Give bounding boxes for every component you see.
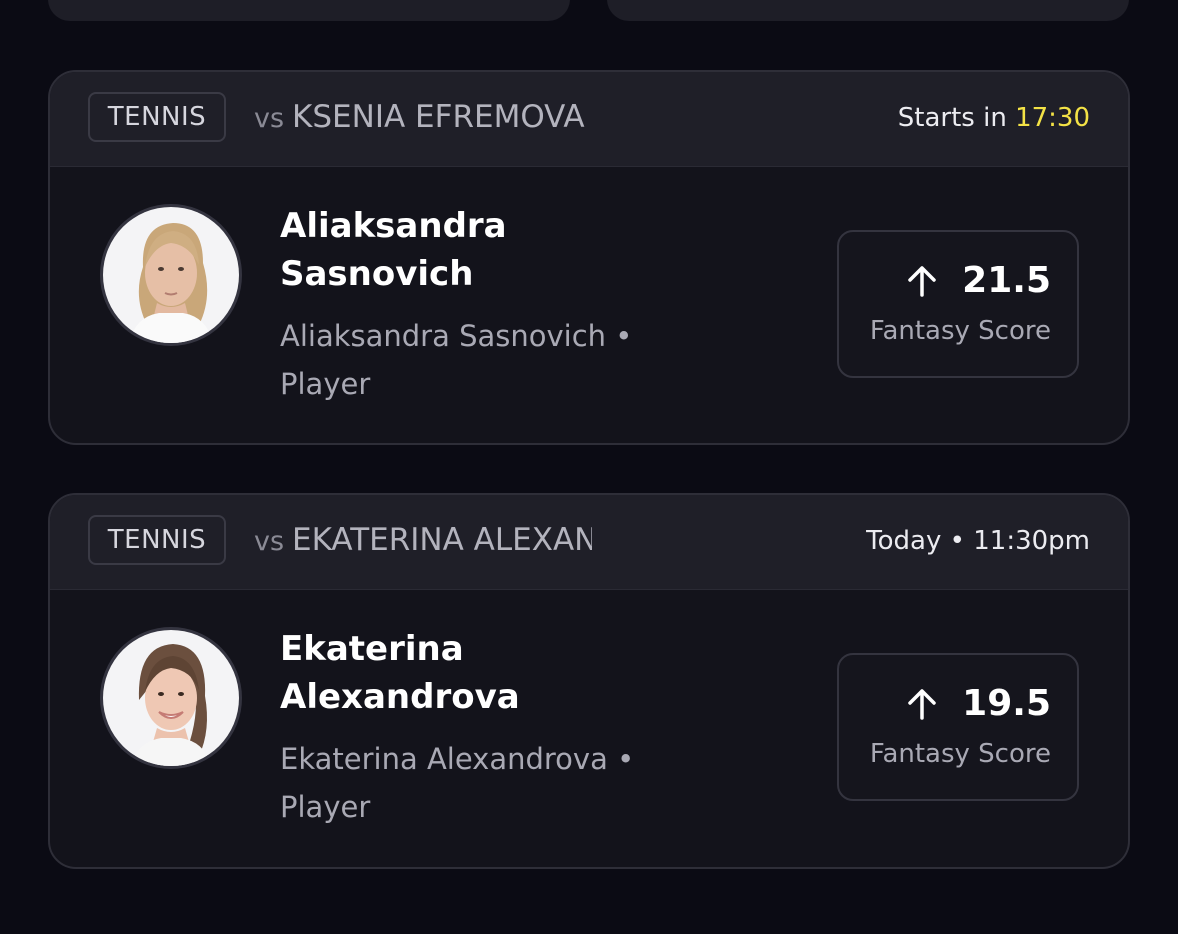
player-description-line2: Player xyxy=(280,790,371,824)
player-last-name: Alexandrova xyxy=(280,677,520,717)
vs-label: vs xyxy=(254,526,285,557)
vs-label: vs xyxy=(254,103,285,134)
player-name[interactable]: Ekaterina Alexandrova xyxy=(280,625,600,721)
start-time: Starts in 17:30 xyxy=(898,98,1090,138)
card-header: TENNIS vsEKATERINA ALEXANDROVA Today • 1… xyxy=(50,495,1128,590)
player-description: Aliaksandra Sasnovich • Player xyxy=(280,312,720,408)
start-time: Today • 11:30pm xyxy=(866,526,1090,556)
score-label: Fantasy Score xyxy=(869,316,1051,346)
player-description-line1: Aliaksandra Sasnovich • xyxy=(280,319,633,353)
opponent-name: KSENIA EFREMOVA xyxy=(292,99,585,135)
avatar xyxy=(100,204,242,346)
player-description-line2: Player xyxy=(280,367,371,401)
sport-badge: TENNIS xyxy=(88,515,226,565)
countdown-timer: 17:30 xyxy=(1015,103,1090,133)
projection-card[interactable]: TENNIS vsEKATERINA ALEXANDROVA Today • 1… xyxy=(48,493,1130,869)
card-header: TENNIS vs KSENIA EFREMOVA Starts in 17:30 xyxy=(50,72,1128,167)
arrow-up-icon xyxy=(908,689,936,720)
arrow-up-icon xyxy=(908,266,936,297)
fantasy-score-button[interactable]: 19.5 Fantasy Score xyxy=(837,653,1079,801)
player-photo-icon xyxy=(103,207,239,343)
score-value: 19.5 xyxy=(962,683,1051,724)
score-label: Fantasy Score xyxy=(869,739,1051,769)
player-name[interactable]: Aliaksandra Sasnovich xyxy=(280,202,600,298)
opponent-label: vs KSENIA EFREMOVA xyxy=(254,96,592,138)
player-description-line1: Ekaterina Alexandrova • xyxy=(280,742,635,776)
score-value: 21.5 xyxy=(962,260,1051,301)
previous-card-left[interactable] xyxy=(48,0,570,21)
opponent-name: EKATERINA ALEXANDROVA xyxy=(292,522,592,558)
opponent-label: vsEKATERINA ALEXANDROVA xyxy=(254,519,592,561)
player-description: Ekaterina Alexandrova • Player xyxy=(280,735,720,831)
score-row: 19.5 xyxy=(904,679,1051,729)
player-first-name: Ekaterina xyxy=(280,629,464,669)
player-first-name: Aliaksandra xyxy=(280,206,507,246)
player-photo-icon xyxy=(103,630,239,766)
fantasy-score-button[interactable]: 21.5 Fantasy Score xyxy=(837,230,1079,378)
previous-card-right[interactable] xyxy=(607,0,1129,21)
player-last-name: Sasnovich xyxy=(280,254,474,294)
projection-card[interactable]: TENNIS vs KSENIA EFREMOVA Starts in 17:30… xyxy=(48,70,1130,445)
score-row: 21.5 xyxy=(904,256,1051,306)
avatar xyxy=(100,627,242,769)
starts-in-label: Starts in xyxy=(897,103,1007,133)
sport-badge: TENNIS xyxy=(88,92,226,142)
